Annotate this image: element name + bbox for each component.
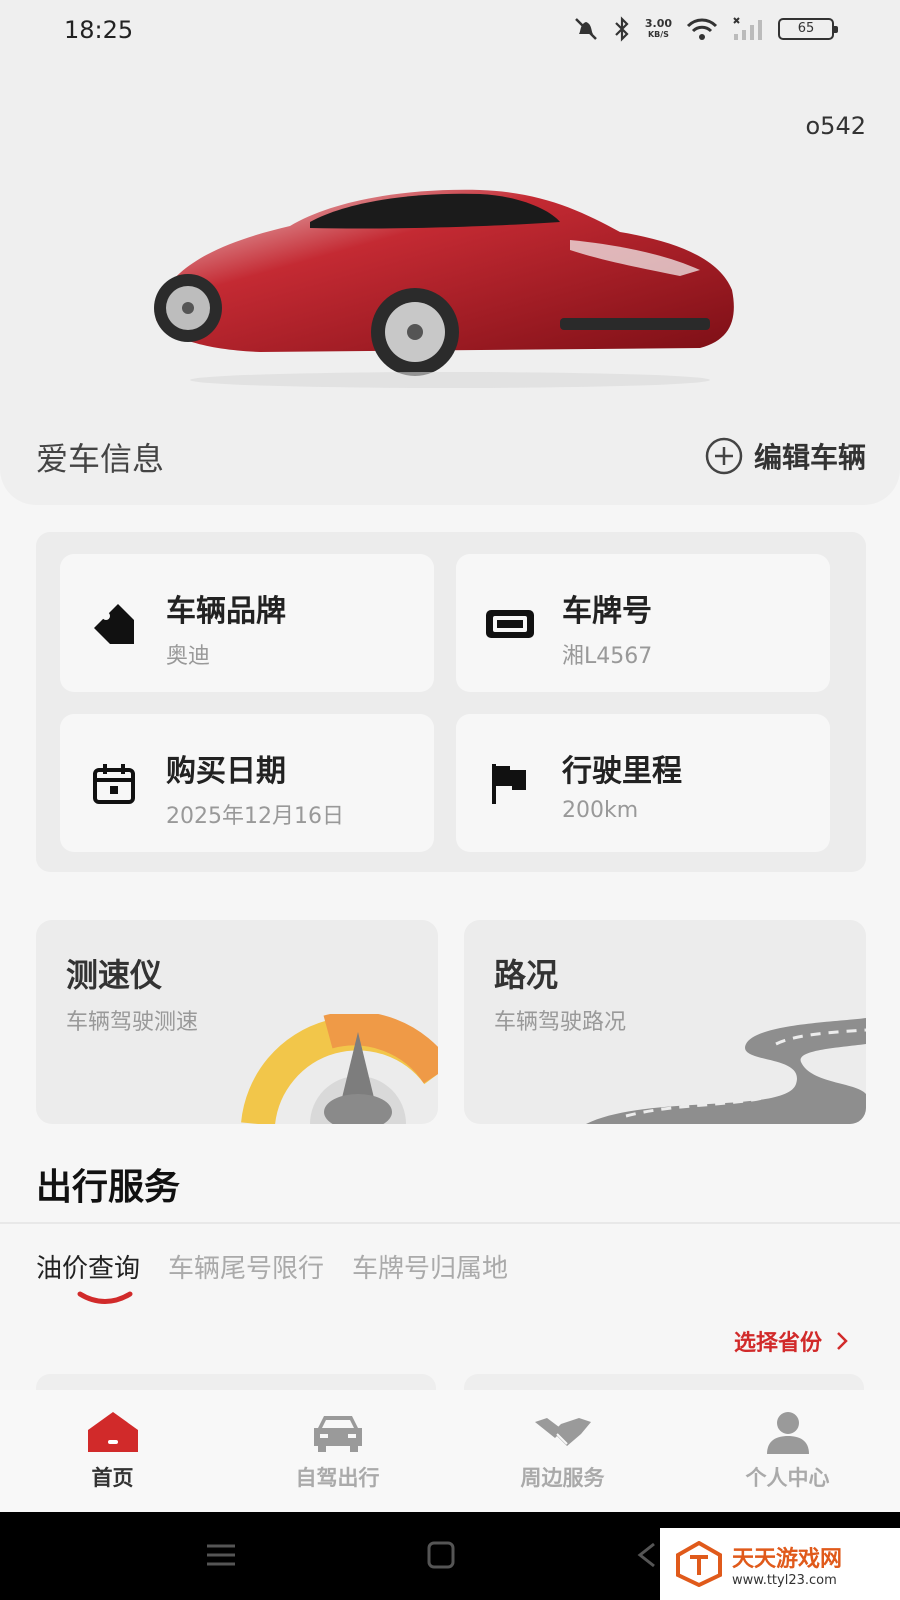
- info-label: 车辆品牌: [166, 594, 286, 629]
- info-card-mileage[interactable]: 行驶里程 200km: [456, 714, 830, 852]
- nav-item-nearby-services[interactable]: 周边服务: [450, 1390, 675, 1512]
- info-value: 湘L4567: [562, 644, 653, 669]
- menu-icon[interactable]: [204, 1540, 238, 1570]
- divider: [0, 1222, 900, 1224]
- speedometer-card[interactable]: 测速仪 车辆驾驶测速: [36, 920, 438, 1124]
- vehicle-hero: o542 爱车信息 编辑车辆: [0, 0, 900, 505]
- mute-bell-icon: [574, 18, 597, 40]
- section-title-services: 出行服务: [36, 1167, 181, 1208]
- feature-subtitle: 车辆驾驶测速: [66, 1010, 199, 1035]
- info-value: 2025年12月16日: [166, 804, 344, 829]
- license-plate-icon: [484, 598, 536, 650]
- nav-label: 个人中心: [745, 1466, 830, 1490]
- info-value: 200km: [562, 798, 639, 823]
- info-label: 车牌号: [562, 594, 652, 629]
- road-icon: [586, 1018, 866, 1124]
- info-value: 奥迪: [166, 644, 211, 669]
- status-icons: 3.00 KB/S 65: [573, 16, 838, 42]
- nav-item-home[interactable]: 首页: [0, 1390, 225, 1512]
- edit-vehicle-button[interactable]: 编辑车辆: [704, 436, 866, 476]
- feature-title: 测速仪: [66, 956, 163, 994]
- bluetooth-icon: [615, 16, 629, 42]
- nav-item-profile[interactable]: 个人中心: [675, 1390, 900, 1512]
- tag-icon: [88, 598, 140, 650]
- info-label: 行驶里程: [562, 754, 682, 789]
- feature-title: 路况: [494, 956, 559, 994]
- wifi-icon: [686, 18, 718, 40]
- flag-icon: [484, 758, 536, 810]
- back-icon[interactable]: [634, 1540, 658, 1570]
- person-icon: [766, 1412, 809, 1454]
- status-time: 18:25: [64, 16, 134, 44]
- watermark-name: 天天游戏网: [732, 1546, 843, 1572]
- tab-oil-price[interactable]: 油价查询: [36, 1248, 140, 1285]
- info-label: 购买日期: [166, 754, 286, 789]
- tab-plate-restriction[interactable]: 车辆尾号限行: [168, 1248, 324, 1285]
- battery-indicator: 65: [778, 18, 838, 40]
- net-speed: 3.00 KB/S: [644, 17, 672, 39]
- info-card-brand[interactable]: 车辆品牌 奥迪: [60, 554, 434, 692]
- handshake-icon: [534, 1418, 591, 1446]
- choose-province-label: 选择省份: [733, 1331, 822, 1356]
- user-code: o542: [805, 112, 867, 140]
- nav-label: 首页: [91, 1466, 134, 1490]
- choose-province-button[interactable]: 选择省份: [734, 1325, 848, 1357]
- home-icon: [87, 1412, 138, 1452]
- car-icon: [313, 1416, 362, 1452]
- speedometer-icon: [241, 1014, 438, 1124]
- bottom-nav: 首页 自驾出行 周边服务 个人中心: [0, 1390, 900, 1512]
- service-tabs: 油价查询 车辆尾号限行 车牌号归属地: [36, 1248, 508, 1285]
- tab-plate-origin[interactable]: 车牌号归属地: [352, 1248, 508, 1285]
- watermark-logo-icon: [676, 1541, 722, 1587]
- nav-label: 周边服务: [520, 1466, 605, 1490]
- site-watermark: 天天游戏网 www.ttyl23.com: [660, 1528, 900, 1600]
- watermark-url: www.ttyl23.com: [732, 1572, 837, 1588]
- nav-label: 自驾出行: [295, 1466, 380, 1490]
- info-card-plate[interactable]: 车牌号 湘L4567: [456, 554, 830, 692]
- chevron-right-icon: [837, 1332, 848, 1350]
- car-image: [154, 189, 734, 388]
- signal-icon: [733, 17, 762, 40]
- nav-item-self-drive[interactable]: 自驾出行: [225, 1390, 450, 1512]
- road-condition-card[interactable]: 路况 车辆驾驶路况: [464, 920, 866, 1124]
- edit-vehicle-label: 编辑车辆: [753, 441, 866, 474]
- info-card-purchase-date[interactable]: 购买日期 2025年12月16日: [60, 714, 434, 852]
- home-square-icon[interactable]: [426, 1540, 456, 1570]
- active-tab-indicator: [77, 1291, 133, 1304]
- car-info-title: 爱车信息: [36, 440, 165, 478]
- status-bar: 18:25 3.00 KB/S 65: [0, 0, 900, 64]
- vehicle-info-panel: 车辆品牌 奥迪 车牌号 湘L4567 购买日期 2025年12月16日 行驶里程…: [36, 532, 866, 872]
- plus-circle-icon: [705, 437, 743, 475]
- calendar-icon: [88, 758, 140, 810]
